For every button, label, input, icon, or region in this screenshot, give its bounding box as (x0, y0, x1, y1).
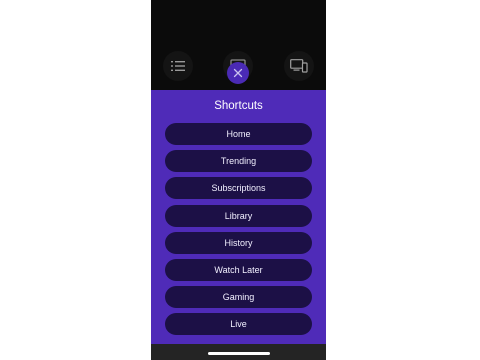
shortcut-watch-later-button[interactable]: Watch Later (165, 258, 312, 281)
devices-icon[interactable] (284, 51, 314, 81)
shortcut-live-button[interactable]: Live (165, 313, 312, 336)
home-indicator[interactable] (208, 352, 270, 355)
shortcut-library-button[interactable]: Library (165, 204, 312, 227)
devices-icon-glyph (290, 59, 308, 73)
shortcut-subscriptions-button[interactable]: Subscriptions (165, 177, 312, 200)
close-icon (233, 68, 243, 78)
shortcut-home-button[interactable]: Home (165, 123, 312, 145)
bottom-bar (151, 344, 326, 360)
shortcut-trending-button[interactable]: Trending (165, 150, 312, 173)
phone-screen: Shortcuts Home Trending Subscriptions Li… (151, 0, 326, 360)
shortcut-gaming-button[interactable]: Gaming (165, 286, 312, 309)
shortcuts-sheet: Shortcuts Home Trending Subscriptions Li… (151, 90, 326, 344)
shortcuts-menu: Home Trending Subscriptions Library Hist… (165, 123, 312, 341)
shortcuts-title: Shortcuts (214, 100, 263, 112)
list-icon-glyph (171, 61, 185, 71)
close-button[interactable] (227, 62, 249, 84)
shortcut-history-button[interactable]: History (165, 231, 312, 254)
list-icon[interactable] (163, 51, 193, 81)
